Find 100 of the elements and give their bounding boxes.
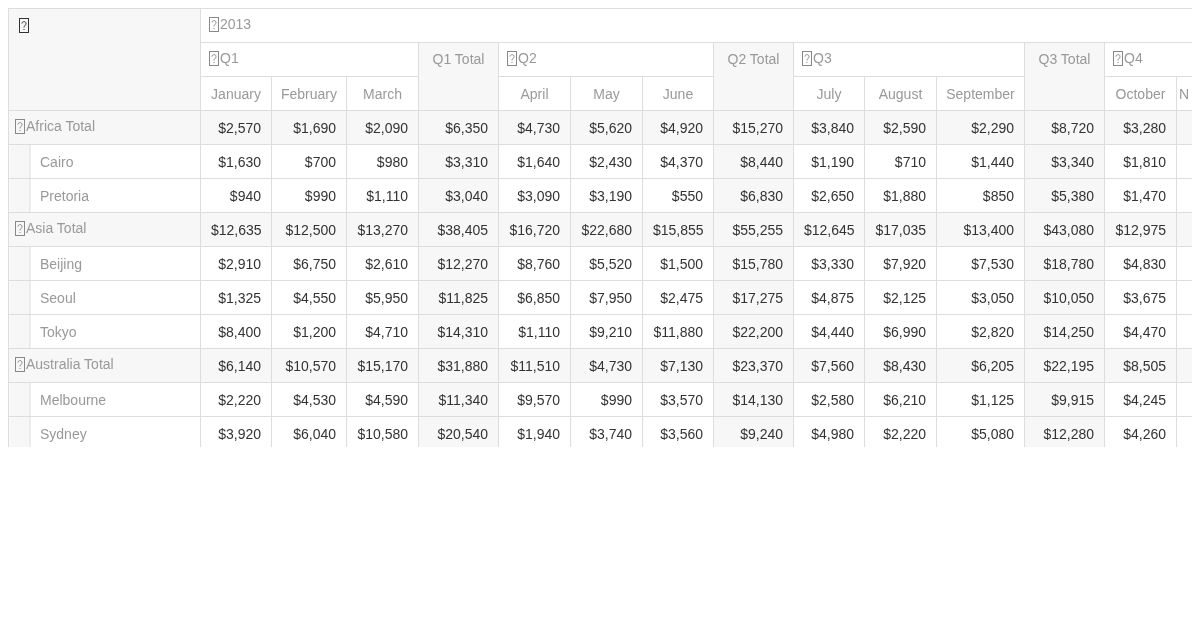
value-cell: $8,400 — [200, 314, 272, 349]
quarter-total-header: Q3 Total — [1024, 42, 1105, 111]
value-cell: $4,830 — [1104, 246, 1177, 281]
value-cell: $3,560 — [642, 416, 714, 447]
value-cell: $6,750 — [271, 246, 347, 281]
missing-glyph-icon[interactable] — [507, 50, 517, 66]
value-cell: $3,330 — [793, 246, 865, 281]
value-cell: $5,620 — [570, 110, 643, 145]
missing-glyph-icon[interactable] — [15, 356, 25, 372]
value-cell: $4,370 — [642, 144, 714, 179]
value-cell: $3,740 — [570, 416, 643, 447]
month-header: February — [271, 76, 347, 111]
row-header: Beijing — [8, 246, 201, 281]
quarter-header[interactable]: Q2 — [498, 42, 714, 77]
month-header: April — [498, 76, 571, 111]
value-cell: $55,255 — [713, 212, 794, 247]
value-cell: $9,240 — [713, 416, 794, 447]
month-header: September — [936, 76, 1025, 111]
value-cell: $14,250 — [1024, 314, 1105, 349]
value-cell: $7,920 — [864, 246, 937, 281]
value-cell: $2,820 — [936, 314, 1025, 349]
value-cell: $4,980 — [793, 416, 865, 447]
value-cell: $1,690 — [271, 110, 347, 145]
value-cell: $1,125 — [936, 382, 1025, 417]
value-cell: $990 — [271, 178, 347, 213]
value-cell: $14,130 — [713, 382, 794, 417]
value-cell: $12,635 — [200, 212, 272, 247]
value-cell: $550 — [642, 178, 714, 213]
value-cell: $2,125 — [864, 280, 937, 315]
value-cell: $15,170 — [346, 348, 419, 383]
value-cell: $6,830 — [713, 178, 794, 213]
value-cell: $9,570 — [498, 382, 571, 417]
value-cell: $3,570 — [642, 382, 714, 417]
value-cell: $11,825 — [418, 280, 499, 315]
value-cell: $13,400 — [936, 212, 1025, 247]
value-cell: $6,990 — [864, 314, 937, 349]
value-cell: $710 — [864, 144, 937, 179]
quarter-header[interactable]: Q1 — [200, 42, 419, 77]
value-cell: $5,380 — [1024, 178, 1105, 213]
group-total-header[interactable]: Africa Total — [8, 110, 201, 145]
group-total-header[interactable]: Australia Total — [8, 348, 201, 383]
row-header: Pretoria — [8, 178, 201, 213]
value-cell: $2,570 — [200, 110, 272, 145]
value-cell: $1,110 — [346, 178, 419, 213]
value-cell: $1,880 — [864, 178, 937, 213]
value-cell: $1,940 — [498, 416, 571, 447]
value-cell: $2,910 — [200, 246, 272, 281]
value-cell: $4,260 — [1104, 416, 1177, 447]
value-cell: $10,580 — [346, 416, 419, 447]
value-cell: $8,760 — [498, 246, 571, 281]
quarter-header[interactable]: Q3 — [793, 42, 1025, 77]
value-cell: $8,505 — [1104, 348, 1177, 383]
value-cell: $4,440 — [793, 314, 865, 349]
value-cell: $12,975 — [1104, 212, 1177, 247]
value-cell: $7,130 — [642, 348, 714, 383]
value-cell: $2,430 — [570, 144, 643, 179]
value-cell: $7,950 — [570, 280, 643, 315]
value-cell: $4,590 — [346, 382, 419, 417]
missing-glyph-icon[interactable] — [209, 16, 219, 32]
value-cell: $4,245 — [1104, 382, 1177, 417]
value-cell: $9,210 — [570, 314, 643, 349]
value-cell: $10,570 — [271, 348, 347, 383]
value-cell: $12,270 — [418, 246, 499, 281]
value-cell: $1,500 — [642, 246, 714, 281]
missing-glyph-icon[interactable] — [15, 220, 25, 236]
value-cell: $1,110 — [498, 314, 571, 349]
value-cell: $15,855 — [642, 212, 714, 247]
value-cell: $17,035 — [864, 212, 937, 247]
value-cell: $12,500 — [271, 212, 347, 247]
quarter-total-header: Q1 Total — [418, 42, 499, 111]
year-header[interactable]: 2013 — [200, 8, 1192, 43]
value-cell: $3,840 — [793, 110, 865, 145]
value-cell: $22,680 — [570, 212, 643, 247]
value-cell: $2,220 — [864, 416, 937, 447]
value-cell: $980 — [346, 144, 419, 179]
month-header: May — [570, 76, 643, 111]
value-cell: $18,780 — [1024, 246, 1105, 281]
value-cell: $3,675 — [1104, 280, 1177, 315]
group-total-header[interactable]: Asia Total — [8, 212, 201, 247]
value-cell: $4,550 — [271, 280, 347, 315]
value-cell: $14,310 — [418, 314, 499, 349]
value-cell: $2,610 — [346, 246, 419, 281]
missing-glyph-icon[interactable] — [1113, 50, 1123, 66]
value-cell: $1,200 — [271, 314, 347, 349]
quarter-header[interactable]: Q4 — [1104, 42, 1192, 77]
value-cell: $8,720 — [1024, 110, 1105, 145]
value-cell: $12,645 — [793, 212, 865, 247]
value-cell: $6,210 — [864, 382, 937, 417]
value-cell: $2,580 — [793, 382, 865, 417]
month-header: March — [346, 76, 419, 111]
missing-glyph-icon[interactable] — [15, 118, 25, 134]
value-cell: $6,040 — [271, 416, 347, 447]
missing-glyph-icon[interactable] — [209, 50, 219, 66]
value-cell: $1,810 — [1104, 144, 1177, 179]
missing-glyph-icon[interactable] — [802, 50, 812, 66]
month-header: August — [864, 76, 937, 111]
value-cell: $1,190 — [793, 144, 865, 179]
month-header: January — [200, 76, 272, 111]
value-cell: $6,350 — [418, 110, 499, 145]
value-cell: $3,280 — [1104, 110, 1177, 145]
